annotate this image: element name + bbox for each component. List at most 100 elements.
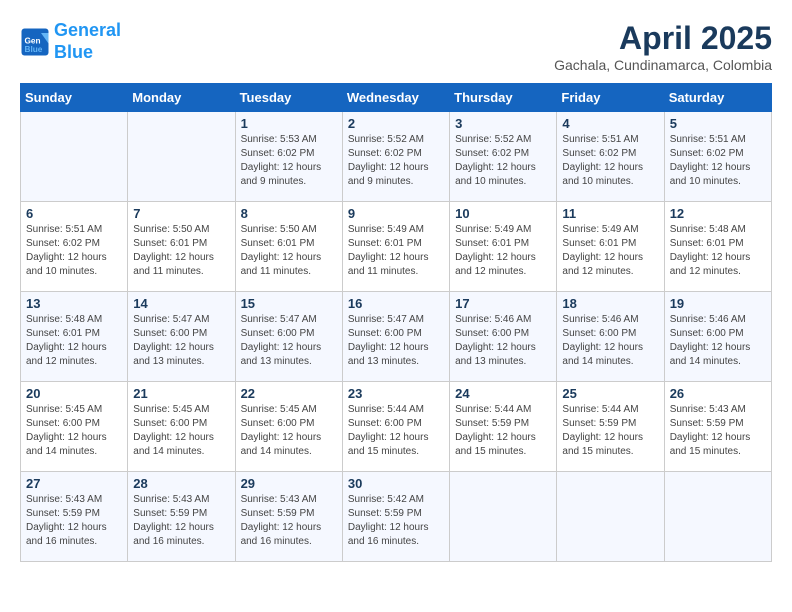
logo-name: General Blue [54,20,121,63]
empty-cell [664,472,771,562]
day-number: 1 [241,116,337,131]
day-info: Sunrise: 5:43 AMSunset: 5:59 PMDaylight:… [241,493,337,549]
day-info: Sunrise: 5:51 AMSunset: 6:02 PMDaylight:… [670,133,766,189]
day-info: Sunrise: 5:43 AMSunset: 5:59 PMDaylight:… [670,403,766,459]
day-info: Sunrise: 5:47 AMSunset: 6:00 PMDaylight:… [348,313,444,369]
week-row-5: 27 Sunrise: 5:43 AMSunset: 5:59 PMDayligh… [21,472,772,562]
day-cell-29: 29 Sunrise: 5:43 AMSunset: 5:59 PMDayligh… [235,472,342,562]
day-number: 14 [133,296,229,311]
day-number: 20 [26,386,122,401]
week-row-3: 13Sunrise: 5:48 AMSunset: 6:01 PMDayligh… [21,292,772,382]
day-number: 12 [670,206,766,221]
day-cell-30: 30Sunrise: 5:42 AMSunset: 5:59 PMDayligh… [342,472,449,562]
day-cell-11: 11 Sunrise: 5:49 AMSunset: 6:01 PMDayligh… [557,202,664,292]
day-cell-10: 10 Sunrise: 5:49 AMSunset: 6:01 PMDayligh… [450,202,557,292]
empty-cell [128,112,235,202]
week-row-4: 20 Sunrise: 5:45 AMSunset: 6:00 PMDayligh… [21,382,772,472]
weekday-header-wednesday: Wednesday [342,84,449,112]
empty-cell [21,112,128,202]
day-number: 16 [348,296,444,311]
day-info: Sunrise: 5:53 AMSunset: 6:02 PMDaylight:… [241,133,337,189]
day-cell-26: 26 Sunrise: 5:43 AMSunset: 5:59 PMDayligh… [664,382,771,472]
weekday-header-thursday: Thursday [450,84,557,112]
day-number: 8 [241,206,337,221]
day-cell-25: 25 Sunrise: 5:44 AMSunset: 5:59 PMDayligh… [557,382,664,472]
day-info: Sunrise: 5:51 AMSunset: 6:02 PMDaylight:… [562,133,658,189]
empty-cell [557,472,664,562]
day-info: Sunrise: 5:46 AMSunset: 6:00 PMDaylight:… [670,313,766,369]
day-number: 15 [241,296,337,311]
logo: Gen Blue General Blue [20,20,121,63]
day-info: Sunrise: 5:49 AMSunset: 6:01 PMDaylight:… [455,223,551,279]
logo-text-blue: Blue [54,42,93,62]
day-number: 28 [133,476,229,491]
day-number: 26 [670,386,766,401]
day-info: Sunrise: 5:44 AMSunset: 5:59 PMDaylight:… [562,403,658,459]
day-number: 25 [562,386,658,401]
day-number: 9 [348,206,444,221]
day-info: Sunrise: 5:47 AMSunset: 6:00 PMDaylight:… [133,313,229,369]
day-cell-12: 12 Sunrise: 5:48 AMSunset: 6:01 PMDayligh… [664,202,771,292]
day-cell-15: 15 Sunrise: 5:47 AMSunset: 6:00 PMDayligh… [235,292,342,382]
day-info: Sunrise: 5:47 AMSunset: 6:00 PMDaylight:… [241,313,337,369]
day-cell-2: 2 Sunrise: 5:52 AMSunset: 6:02 PMDaylight… [342,112,449,202]
day-info: Sunrise: 5:49 AMSunset: 6:01 PMDaylight:… [348,223,444,279]
weekday-header-sunday: Sunday [21,84,128,112]
week-row-1: 1 Sunrise: 5:53 AMSunset: 6:02 PMDaylight… [21,112,772,202]
day-info: Sunrise: 5:43 AMSunset: 5:59 PMDaylight:… [26,493,122,549]
day-number: 22 [241,386,337,401]
day-cell-16: 16 Sunrise: 5:47 AMSunset: 6:00 PMDayligh… [342,292,449,382]
day-info: Sunrise: 5:48 AMSunset: 6:01 PMDaylight:… [670,223,766,279]
day-info: Sunrise: 5:50 AMSunset: 6:01 PMDaylight:… [241,223,337,279]
day-cell-28: 28 Sunrise: 5:43 AMSunset: 5:59 PMDayligh… [128,472,235,562]
day-info: Sunrise: 5:42 AMSunset: 5:59 PMDaylight:… [348,493,444,549]
header: Gen Blue General Blue April 2025 Gachala… [20,20,772,73]
day-number: 19 [670,296,766,311]
weekday-header-tuesday: Tuesday [235,84,342,112]
location-subtitle: Gachala, Cundinamarca, Colombia [554,57,772,73]
day-number: 7 [133,206,229,221]
day-info: Sunrise: 5:44 AMSunset: 5:59 PMDaylight:… [455,403,551,459]
day-cell-9: 9 Sunrise: 5:49 AMSunset: 6:01 PMDaylight… [342,202,449,292]
day-cell-18: 18 Sunrise: 5:46 AMSunset: 6:00 PMDayligh… [557,292,664,382]
day-cell-3: 3 Sunrise: 5:52 AMSunset: 6:02 PMDaylight… [450,112,557,202]
day-number: 11 [562,206,658,221]
day-info: Sunrise: 5:43 AMSunset: 5:59 PMDaylight:… [133,493,229,549]
day-cell-4: 4 Sunrise: 5:51 AMSunset: 6:02 PMDaylight… [557,112,664,202]
day-number: 10 [455,206,551,221]
day-number: 13 [26,296,122,311]
day-number: 6 [26,206,122,221]
weekday-header-saturday: Saturday [664,84,771,112]
day-info: Sunrise: 5:45 AMSunset: 6:00 PMDaylight:… [26,403,122,459]
calendar-table: SundayMondayTuesdayWednesdayThursdayFrid… [20,83,772,562]
day-number: 4 [562,116,658,131]
day-number: 27 [26,476,122,491]
day-info: Sunrise: 5:52 AMSunset: 6:02 PMDaylight:… [455,133,551,189]
day-cell-22: 22 Sunrise: 5:45 AMSunset: 6:00 PMDayligh… [235,382,342,472]
day-cell-1: 1 Sunrise: 5:53 AMSunset: 6:02 PMDaylight… [235,112,342,202]
day-cell-14: 14 Sunrise: 5:47 AMSunset: 6:00 PMDayligh… [128,292,235,382]
day-number: 2 [348,116,444,131]
weekday-header-monday: Monday [128,84,235,112]
day-info: Sunrise: 5:45 AMSunset: 6:00 PMDaylight:… [133,403,229,459]
empty-cell [450,472,557,562]
day-info: Sunrise: 5:46 AMSunset: 6:00 PMDaylight:… [455,313,551,369]
day-cell-8: 8 Sunrise: 5:50 AMSunset: 6:01 PMDaylight… [235,202,342,292]
day-number: 3 [455,116,551,131]
day-number: 18 [562,296,658,311]
day-cell-13: 13Sunrise: 5:48 AMSunset: 6:01 PMDayligh… [21,292,128,382]
day-info: Sunrise: 5:49 AMSunset: 6:01 PMDaylight:… [562,223,658,279]
day-number: 29 [241,476,337,491]
day-cell-6: 6 Sunrise: 5:51 AMSunset: 6:02 PMDaylight… [21,202,128,292]
day-cell-21: 21Sunrise: 5:45 AMSunset: 6:00 PMDayligh… [128,382,235,472]
day-cell-23: 23Sunrise: 5:44 AMSunset: 6:00 PMDayligh… [342,382,449,472]
day-info: Sunrise: 5:51 AMSunset: 6:02 PMDaylight:… [26,223,122,279]
day-info: Sunrise: 5:52 AMSunset: 6:02 PMDaylight:… [348,133,444,189]
logo-text-general: General [54,20,121,40]
day-info: Sunrise: 5:50 AMSunset: 6:01 PMDaylight:… [133,223,229,279]
weekday-header-friday: Friday [557,84,664,112]
day-info: Sunrise: 5:45 AMSunset: 6:00 PMDaylight:… [241,403,337,459]
day-cell-17: 17 Sunrise: 5:46 AMSunset: 6:00 PMDayligh… [450,292,557,382]
day-info: Sunrise: 5:46 AMSunset: 6:00 PMDaylight:… [562,313,658,369]
day-number: 17 [455,296,551,311]
